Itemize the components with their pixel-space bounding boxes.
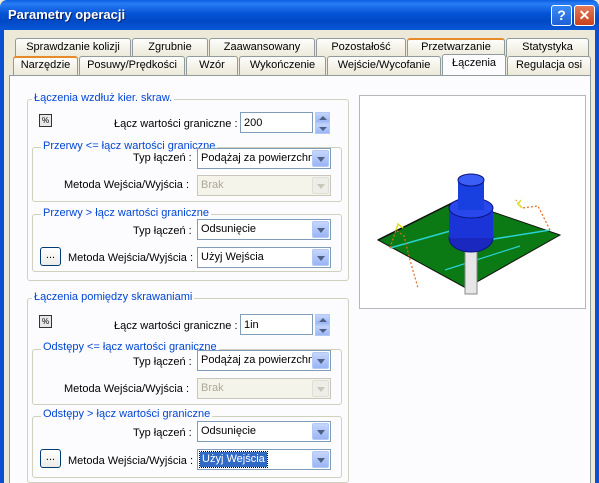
between-le-method-label: Metoda Wejścia/Wyjścia : <box>64 383 190 395</box>
chevron-down-icon <box>312 380 329 397</box>
between-gt-method-value: Użyj Wejścia <box>199 451 268 468</box>
along-gaps-gt-label: Przerwy > łącz wartości graniczne <box>41 207 211 219</box>
between-limit-label: Łącz wartości graniczne : <box>114 320 238 332</box>
chevron-down-icon[interactable] <box>312 150 329 167</box>
along-limit-value: 200 <box>244 117 263 129</box>
between-le-type-label: Typ łączeń : <box>133 356 192 368</box>
tab-wykonczenie[interactable]: Wykończenie <box>239 56 326 75</box>
window-frame-left <box>0 30 4 483</box>
along-gt-method-select[interactable]: Użyj Wejścia <box>197 247 331 268</box>
between-gaps-le-label: Odstępy <= łącz wartości graniczne <box>41 341 219 353</box>
between-le-method-value: Brak <box>201 382 224 394</box>
between-gt-method-label: Metoda Wejścia/Wyjścia : <box>68 455 194 467</box>
along-limit-spinner[interactable] <box>315 112 330 134</box>
between-le-method-select: Brak <box>197 378 331 399</box>
toolpath-preview-graphic <box>376 173 562 295</box>
along-limit-input[interactable]: 200 <box>240 112 313 133</box>
along-gt-type-select[interactable]: Odsunięcie <box>197 219 331 240</box>
along-gaps-le-label: Przerwy <= łącz wartości graniczne <box>41 140 218 152</box>
tool-holder <box>457 173 485 187</box>
between-limit-input[interactable]: 1in <box>240 314 313 335</box>
along-le-type-value: Podążaj za powierzchnią <box>201 152 313 164</box>
close-button[interactable]: ✕ <box>574 5 595 26</box>
along-gt-type-label: Typ łączeń : <box>133 225 192 237</box>
tab-laczenia[interactable]: Łączenia <box>442 54 506 75</box>
spin-down-icon[interactable] <box>315 123 330 134</box>
toolpath-preview-image <box>359 95 586 309</box>
tab-statystyka[interactable]: Statystyka <box>506 38 589 57</box>
along-le-method-value: Brak <box>201 179 224 191</box>
spin-down-icon[interactable] <box>315 325 330 336</box>
help-button[interactable]: ? <box>551 5 572 26</box>
window-frame-right <box>595 30 599 483</box>
percent-toggle-icon[interactable]: % <box>39 114 52 127</box>
along-le-method-select: Brak <box>197 175 331 196</box>
along-method-options-button[interactable]: ... <box>40 247 61 266</box>
between-cuts-group-label: Łączenia pomiędzy skrawaniami <box>32 291 195 303</box>
between-le-type-value: Podążaj za powierzchnią <box>201 354 313 366</box>
chevron-down-icon[interactable] <box>312 423 329 440</box>
chevron-down-icon[interactable] <box>312 221 329 238</box>
between-gt-type-value: Odsunięcie <box>201 425 257 437</box>
title-bar: Parametry operacji ? ✕ <box>0 0 599 30</box>
chevron-down-icon[interactable] <box>312 249 329 266</box>
along-gt-method-value: Użyj Wejścia <box>201 251 264 263</box>
along-le-type-select[interactable]: Podążaj za powierzchnią <box>197 148 331 169</box>
between-gaps-gt-label: Odstępy > łącz wartości graniczne <box>41 408 213 420</box>
along-gt-type-value: Odsunięcie <box>201 223 257 235</box>
between-limit-spinner[interactable] <box>315 314 330 336</box>
along-gt-method-label: Metoda Wejścia/Wyjścia : <box>68 252 194 264</box>
tab-regulacja-osi[interactable]: Regulacja osi <box>507 56 591 75</box>
along-le-method-label: Metoda Wejścia/Wyjścia : <box>64 179 190 191</box>
along-le-type-label: Typ łączeń : <box>133 152 192 164</box>
percent-toggle-icon[interactable]: % <box>39 315 52 328</box>
tab-wejscie-wycofanie[interactable]: Wejście/Wycofanie <box>327 56 441 75</box>
chevron-down-icon[interactable] <box>312 451 329 468</box>
chevron-down-icon <box>312 177 329 194</box>
between-gt-method-select[interactable]: Użyj Wejścia <box>197 449 331 470</box>
between-gt-type-label: Typ łączeń : <box>133 427 192 439</box>
tab-posuwy-predkosci[interactable]: Posuwy/Prędkości <box>79 56 185 75</box>
tab-zgrubnie[interactable]: Zgrubnie <box>132 38 208 57</box>
tab-wzor[interactable]: Wzór <box>186 56 238 75</box>
along-limit-label: Łącz wartości graniczne : <box>114 118 238 130</box>
tab-zaawansowany[interactable]: Zaawansowany <box>209 38 315 57</box>
between-gt-type-select[interactable]: Odsunięcie <box>197 421 331 442</box>
between-method-options-button[interactable]: ... <box>40 449 61 468</box>
tab-sprawdzanie-kolizji[interactable]: Sprawdzanie kolizji <box>15 38 131 57</box>
chevron-down-icon[interactable] <box>312 352 329 369</box>
spin-up-icon[interactable] <box>315 314 330 325</box>
along-cut-group-label: Łączenia wzdłuż kier. skraw. <box>32 92 175 104</box>
window-title: Parametry operacji <box>8 7 126 22</box>
spin-up-icon[interactable] <box>315 112 330 123</box>
between-limit-value: 1in <box>244 319 259 331</box>
tab-narzedzie[interactable]: Narzędzie <box>13 56 78 75</box>
tool-shank <box>464 245 478 295</box>
tab-pozostalosc[interactable]: Pozostałość <box>316 38 406 57</box>
between-le-type-select[interactable]: Podążaj za powierzchnią <box>197 350 331 371</box>
